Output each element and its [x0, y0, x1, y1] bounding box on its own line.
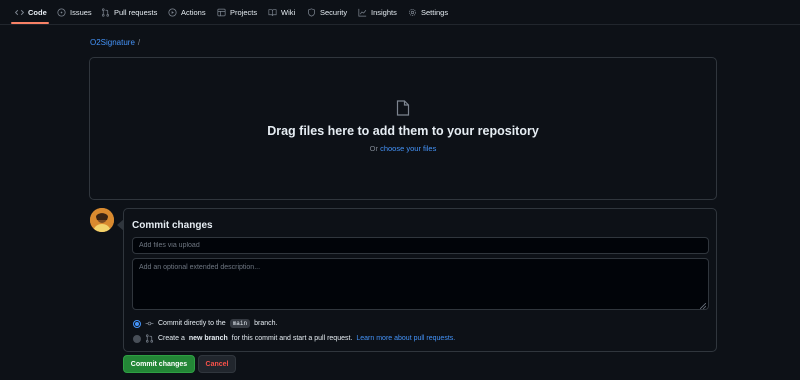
new-branch-prefix: Create a: [158, 335, 185, 342]
breadcrumb: O2Signature /: [90, 38, 140, 47]
active-tab-indicator: [11, 22, 49, 24]
drop-title: Drag files here to add them to your repo…: [267, 124, 539, 138]
tab-issues[interactable]: Issues: [57, 0, 92, 25]
radio-new-branch[interactable]: [133, 334, 141, 343]
tab-pull-requests-label: Pull requests: [114, 8, 158, 17]
graph-icon: [358, 8, 367, 17]
repo-link[interactable]: O2Signature: [90, 38, 135, 47]
repo-navigation: Code Issues Pull requests Actions Projec…: [0, 0, 800, 25]
commit-form: Commit changes Commit directly to the ma…: [117, 208, 717, 352]
commit-direct-suffix: branch.: [254, 320, 278, 327]
new-branch-bold: new branch: [188, 335, 228, 342]
commit-title: Commit changes: [132, 220, 213, 231]
drop-subtitle: Or choose your files: [90, 144, 716, 153]
tab-wiki[interactable]: Wiki: [268, 0, 295, 25]
git-pull-request-icon: [145, 334, 154, 343]
shield-icon: [307, 8, 316, 17]
option-commit-direct[interactable]: Commit directly to the main branch.: [133, 319, 277, 328]
tab-security[interactable]: Security: [307, 0, 347, 25]
commit-direct-prefix: Commit directly to the: [158, 320, 226, 327]
table-icon: [217, 8, 226, 17]
play-icon: [168, 8, 177, 17]
git-pull-request-icon: [101, 8, 110, 17]
resize-grip-icon[interactable]: [699, 302, 707, 310]
tab-projects-label: Projects: [230, 8, 258, 17]
tab-wiki-label: Wiki: [281, 8, 296, 17]
tab-actions[interactable]: Actions: [168, 0, 206, 25]
drop-or-text: Or: [369, 144, 378, 153]
new-branch-suffix: for this commit and start a pull request…: [231, 335, 353, 342]
commit-changes-button[interactable]: Commit changes: [123, 355, 195, 373]
tab-actions-label: Actions: [181, 8, 206, 17]
tab-security-label: Security: [320, 8, 348, 17]
option-new-branch[interactable]: Create a new branch for this commit and …: [133, 334, 455, 343]
tab-settings[interactable]: Settings: [408, 0, 448, 25]
tab-insights[interactable]: Insights: [358, 0, 397, 25]
cancel-button[interactable]: Cancel: [198, 355, 236, 373]
breadcrumb-separator: /: [137, 38, 141, 47]
file-drop-zone[interactable]: Drag files here to add them to your repo…: [89, 57, 717, 200]
file-icon: [396, 100, 410, 116]
tab-issues-label: Issues: [70, 8, 92, 17]
choose-files-link[interactable]: choose your files: [380, 144, 436, 153]
commit-description-input[interactable]: [132, 258, 709, 310]
radio-commit-direct[interactable]: [133, 319, 141, 328]
gear-icon: [408, 8, 417, 17]
tab-pull-requests[interactable]: Pull requests: [101, 0, 157, 25]
tab-insights-label: Insights: [371, 8, 397, 17]
issue-opened-icon: [57, 8, 66, 17]
tab-settings-label: Settings: [421, 8, 449, 17]
commit-summary-input[interactable]: [132, 237, 709, 254]
tab-code-label: Code: [28, 8, 47, 17]
tab-projects[interactable]: Projects: [217, 0, 257, 25]
git-commit-icon: [145, 319, 154, 328]
code-icon: [15, 8, 24, 17]
book-icon: [268, 8, 277, 17]
learn-more-link[interactable]: Learn more about pull requests.: [356, 335, 455, 342]
avatar: [90, 208, 114, 232]
branch-name: main: [229, 319, 251, 328]
